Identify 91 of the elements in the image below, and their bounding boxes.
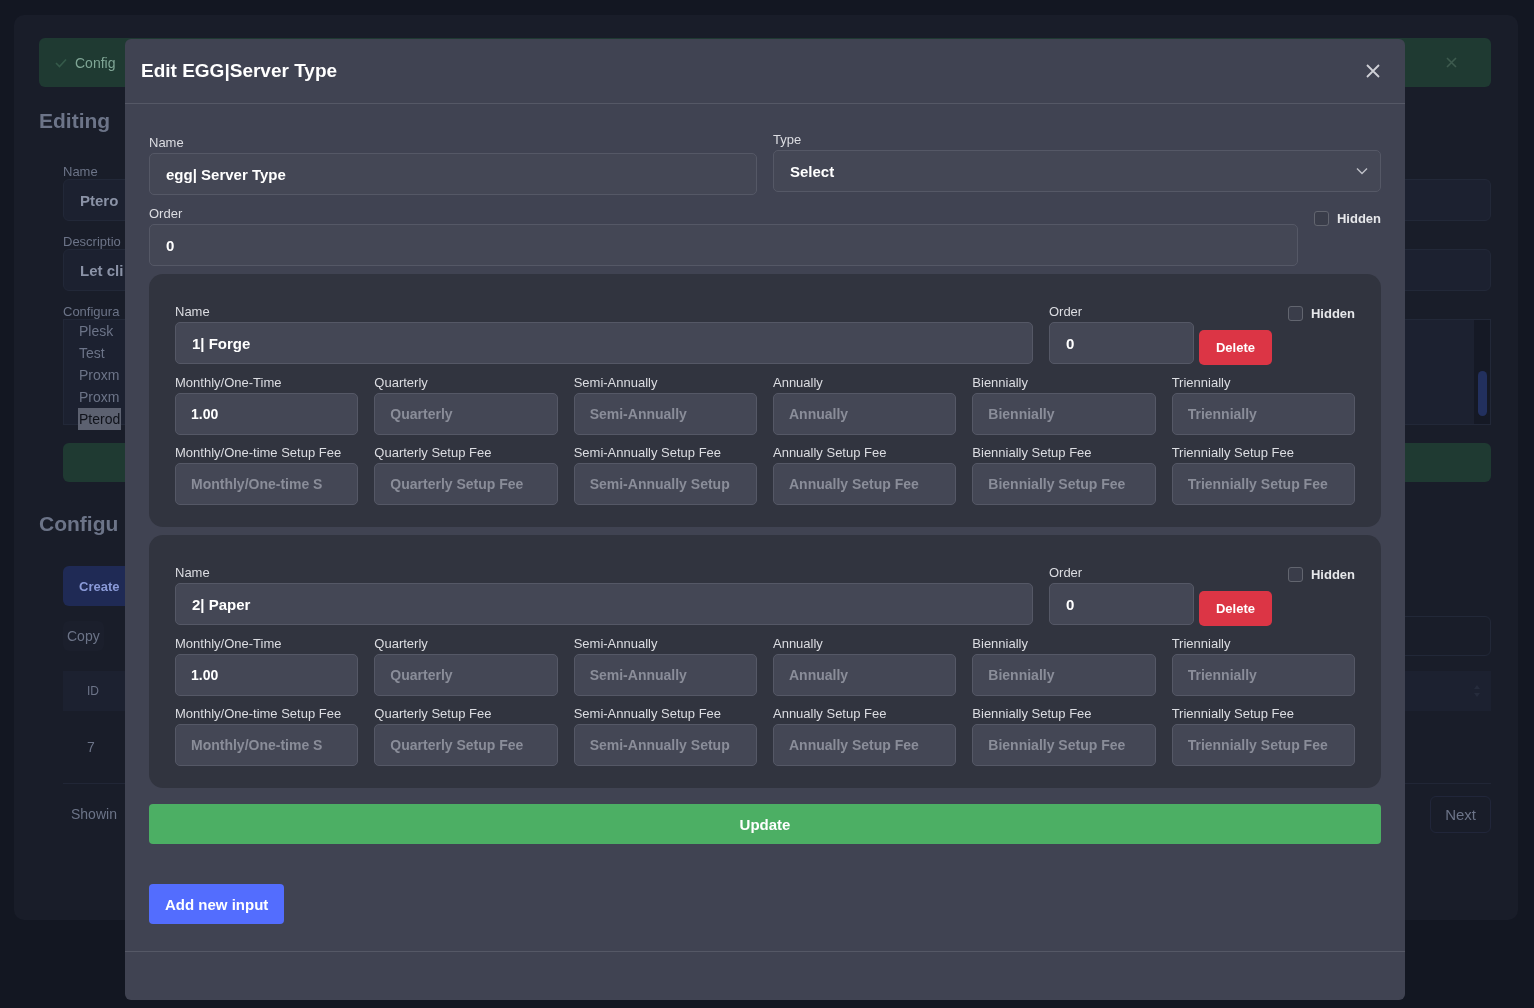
field-label: Order bbox=[1048, 564, 1084, 582]
input-field[interactable]: Biennially Setup Fee bbox=[972, 463, 1156, 505]
input-field[interactable]: Quarterly Setup Fee bbox=[374, 724, 558, 766]
input-field[interactable]: 2| Paper bbox=[175, 583, 1033, 625]
delete-button[interactable]: Delete bbox=[1198, 591, 1272, 626]
list-item[interactable]: Proxm bbox=[78, 364, 121, 386]
input-field[interactable]: Semi-Annually bbox=[573, 393, 757, 435]
field-label: Name bbox=[149, 134, 185, 152]
input-field[interactable]: Triennially bbox=[1171, 654, 1355, 696]
field-label: Monthly/One-time Setup Fee bbox=[175, 705, 343, 723]
field-label: Descriptio bbox=[63, 233, 121, 249]
field-label: Triennially bbox=[1171, 374, 1232, 392]
list-item[interactable]: Plesk bbox=[78, 320, 115, 342]
field-label: Quarterly bbox=[374, 635, 429, 653]
input-field[interactable]: Annually bbox=[773, 393, 957, 435]
scrollbar-thumb[interactable] bbox=[1477, 371, 1487, 416]
field-label: Name bbox=[175, 564, 211, 582]
section-heading: Configu bbox=[39, 512, 119, 537]
input-field[interactable]: Biennially Setup Fee bbox=[972, 724, 1156, 766]
field-label: Quarterly Setup Fee bbox=[374, 705, 493, 723]
chevron-down-icon bbox=[1356, 167, 1368, 175]
input-field[interactable]: Annually bbox=[773, 654, 957, 696]
input-field[interactable]: 1| Forge bbox=[175, 322, 1033, 364]
input-field[interactable]: Biennially bbox=[972, 393, 1156, 435]
field-label: Monthly/One-time Setup Fee bbox=[175, 444, 343, 462]
input-field[interactable]: Semi-Annually Setup bbox=[573, 463, 757, 505]
field-label: Triennially Setup Fee bbox=[1171, 705, 1295, 723]
add-input-button[interactable]: Add new input bbox=[149, 884, 285, 924]
input-field[interactable]: Quarterly bbox=[374, 393, 558, 435]
input-field[interactable]: Quarterly Setup Fee bbox=[374, 463, 558, 505]
page-heading: Editing bbox=[39, 109, 111, 134]
field-label: Triennially Setup Fee bbox=[1171, 444, 1295, 462]
pagination-info: Showin bbox=[71, 806, 117, 822]
input-field[interactable]: Annually Setup Fee bbox=[773, 724, 957, 766]
input-field[interactable]: egg| Server Type bbox=[149, 153, 757, 195]
type-select[interactable]: Select bbox=[773, 150, 1381, 192]
field-label: Monthly/One-Time bbox=[175, 635, 283, 653]
table-cell: 7 bbox=[87, 739, 95, 755]
field-label: Annually bbox=[773, 374, 824, 392]
checkbox-label: Hidden bbox=[1310, 566, 1355, 582]
input-field[interactable]: Semi-Annually Setup bbox=[573, 724, 757, 766]
field-label: Configura bbox=[63, 303, 120, 319]
check-icon bbox=[55, 57, 67, 68]
input-field[interactable]: Triennially Setup Fee bbox=[1171, 463, 1355, 505]
input-field[interactable]: 0 bbox=[149, 224, 1298, 266]
field-label: Biennially Setup Fee bbox=[972, 705, 1093, 723]
field-label: Triennially bbox=[1171, 635, 1232, 653]
field-label: Annually bbox=[773, 635, 824, 653]
checkbox-label: Hidden bbox=[1336, 211, 1381, 226]
field-label: Type bbox=[773, 131, 803, 149]
field-label: Monthly/One-Time bbox=[175, 374, 283, 392]
update-button[interactable]: Update bbox=[149, 804, 1381, 844]
modal-title: Edit EGG|Server Type bbox=[141, 60, 339, 82]
checkbox[interactable] bbox=[1287, 305, 1303, 321]
field-label: Quarterly bbox=[374, 374, 429, 392]
checkbox[interactable] bbox=[1287, 566, 1303, 582]
field-label: Biennially bbox=[972, 635, 1029, 653]
field-label: Name bbox=[63, 163, 98, 179]
input-field[interactable]: Monthly/One-time S bbox=[175, 463, 359, 505]
input-field[interactable]: Biennially bbox=[972, 654, 1156, 696]
checkbox[interactable] bbox=[1313, 211, 1329, 226]
field-label: Annually Setup Fee bbox=[773, 705, 888, 723]
field-label: Order bbox=[1048, 303, 1084, 321]
input-field[interactable]: Triennially bbox=[1171, 393, 1355, 435]
list-item[interactable]: Proxm bbox=[78, 386, 121, 408]
list-item[interactable]: Pterod bbox=[78, 408, 122, 430]
field-label: Order bbox=[149, 205, 184, 223]
column-header[interactable]: ID bbox=[87, 684, 99, 698]
field-label: Semi-Annually Setup Fee bbox=[573, 705, 723, 723]
field-label: Biennially bbox=[972, 374, 1029, 392]
alert-text: Config bbox=[75, 54, 116, 71]
list-item[interactable]: Test bbox=[78, 342, 106, 364]
delete-button[interactable]: Delete bbox=[1198, 330, 1272, 365]
input-field[interactable]: 0 bbox=[1048, 322, 1194, 364]
field-label: Semi-Annually bbox=[573, 374, 659, 392]
field-label: Semi-Annually bbox=[573, 635, 659, 653]
field-label: Biennially Setup Fee bbox=[972, 444, 1093, 462]
field-label: Name bbox=[175, 303, 211, 321]
field-label: Quarterly Setup Fee bbox=[374, 444, 493, 462]
input-field[interactable]: Monthly/One-time S bbox=[175, 724, 359, 766]
input-field[interactable]: Semi-Annually bbox=[573, 654, 757, 696]
input-field[interactable]: 1.00 bbox=[175, 654, 359, 696]
next-button[interactable]: Next bbox=[1430, 795, 1491, 833]
input-field[interactable]: 1.00 bbox=[175, 393, 359, 435]
field-label: Annually Setup Fee bbox=[773, 444, 888, 462]
input-field[interactable]: Annually Setup Fee bbox=[773, 463, 957, 505]
input-field[interactable]: Triennially Setup Fee bbox=[1171, 724, 1355, 766]
input-field[interactable]: Quarterly bbox=[374, 654, 558, 696]
field-label: Semi-Annually Setup Fee bbox=[573, 444, 723, 462]
input-field[interactable]: 0 bbox=[1048, 583, 1194, 625]
checkbox-label: Hidden bbox=[1310, 305, 1355, 321]
